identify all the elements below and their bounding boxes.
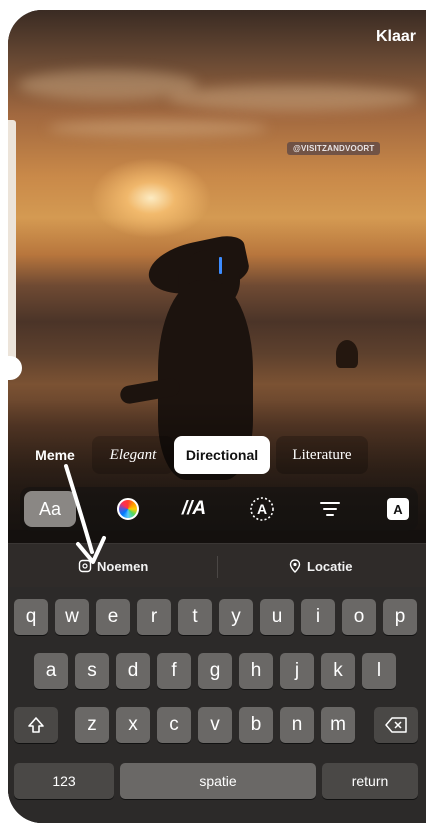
text-size-slider[interactable] <box>8 120 16 370</box>
key-u[interactable]: u <box>260 599 294 635</box>
phone-screen: Klaar @VISITZANDVOORT Meme Elegant Direc… <box>8 10 426 823</box>
style-literature[interactable]: Literature <box>276 436 368 474</box>
key-s[interactable]: s <box>75 653 109 689</box>
annotation-arrow <box>64 464 106 564</box>
return-key[interactable]: return <box>322 763 418 799</box>
key-q[interactable]: q <box>14 599 48 635</box>
key-c[interactable]: c <box>157 707 191 743</box>
color-picker-icon <box>117 498 139 520</box>
keyboard: q w e r t y u i o p a s d f g h j k l z … <box>8 587 426 823</box>
align-icon <box>320 502 340 516</box>
location-pin-icon <box>289 559 301 573</box>
animate-icon: A <box>250 497 274 521</box>
mention-tag[interactable]: @VISITZANDVOORT <box>287 142 381 155</box>
align-button[interactable] <box>306 491 354 527</box>
key-a[interactable]: a <box>34 653 68 689</box>
key-w[interactable]: w <box>55 599 89 635</box>
key-k[interactable]: k <box>321 653 355 689</box>
svg-text:A: A <box>257 501 267 517</box>
key-o[interactable]: o <box>342 599 376 635</box>
key-g[interactable]: g <box>198 653 232 689</box>
style-directional[interactable]: Directional <box>174 436 270 474</box>
key-t[interactable]: t <box>178 599 212 635</box>
backspace-key[interactable] <box>374 707 418 743</box>
key-v[interactable]: v <box>198 707 232 743</box>
key-x[interactable]: x <box>116 707 150 743</box>
done-button[interactable]: Klaar <box>376 28 416 46</box>
key-m[interactable]: m <box>321 707 355 743</box>
numbers-key[interactable]: 123 <box>14 763 114 799</box>
key-r[interactable]: r <box>137 599 171 635</box>
key-p[interactable]: p <box>383 599 417 635</box>
shift-icon <box>28 717 44 733</box>
animate-button[interactable]: A <box>238 491 286 527</box>
key-j[interactable]: j <box>280 653 314 689</box>
key-z[interactable]: z <box>75 707 109 743</box>
shift-key[interactable] <box>14 707 58 743</box>
key-n[interactable]: n <box>280 707 314 743</box>
space-key[interactable]: spatie <box>120 763 316 799</box>
key-d[interactable]: d <box>116 653 150 689</box>
text-background-icon: A <box>387 498 409 520</box>
key-h[interactable]: h <box>239 653 273 689</box>
text-effect-button[interactable]: //A <box>170 491 218 527</box>
key-e[interactable]: e <box>96 599 130 635</box>
location-button[interactable]: Locatie <box>288 544 353 588</box>
key-i[interactable]: i <box>301 599 335 635</box>
key-y[interactable]: y <box>219 599 253 635</box>
backspace-icon <box>385 717 407 733</box>
location-label: Locatie <box>307 558 353 574</box>
key-l[interactable]: l <box>362 653 396 689</box>
text-cursor <box>219 257 222 274</box>
key-f[interactable]: f <box>157 653 191 689</box>
text-background-button[interactable]: A <box>374 491 422 527</box>
key-b[interactable]: b <box>239 707 273 743</box>
